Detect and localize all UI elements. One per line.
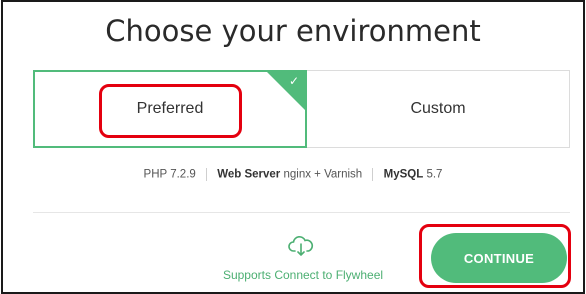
spec-separator	[205, 168, 207, 181]
option-preferred-label: Preferred	[136, 100, 204, 117]
environment-dialog: Choose your environment Preferred ✓ Cust…	[1, 0, 585, 294]
option-preferred[interactable]: Preferred ✓	[33, 70, 307, 148]
selected-corner	[265, 70, 307, 112]
php-label: PHP	[143, 168, 167, 181]
php-version: 7.2.9	[170, 168, 196, 181]
divider	[33, 212, 570, 213]
continue-button[interactable]: CONTINUE	[431, 233, 567, 283]
option-custom-label: Custom	[410, 100, 466, 117]
cloud-arrow-icon	[288, 236, 314, 256]
flywheel-support-label: Supports Connect to Flywheel	[222, 268, 384, 282]
spec-separator	[372, 168, 374, 181]
mysql-version: 5.7	[426, 168, 443, 181]
web-server-label: Web Server	[217, 168, 281, 181]
environment-specs: PHP 7.2.9 Web Server nginx + Varnish MyS…	[3, 168, 583, 181]
web-server-value: nginx + Varnish	[283, 168, 363, 181]
mysql-label: MySQL	[383, 168, 424, 181]
option-custom[interactable]: Custom	[307, 70, 570, 148]
page-title: Choose your environment	[105, 14, 481, 48]
checkmark-icon: ✓	[288, 74, 299, 88]
